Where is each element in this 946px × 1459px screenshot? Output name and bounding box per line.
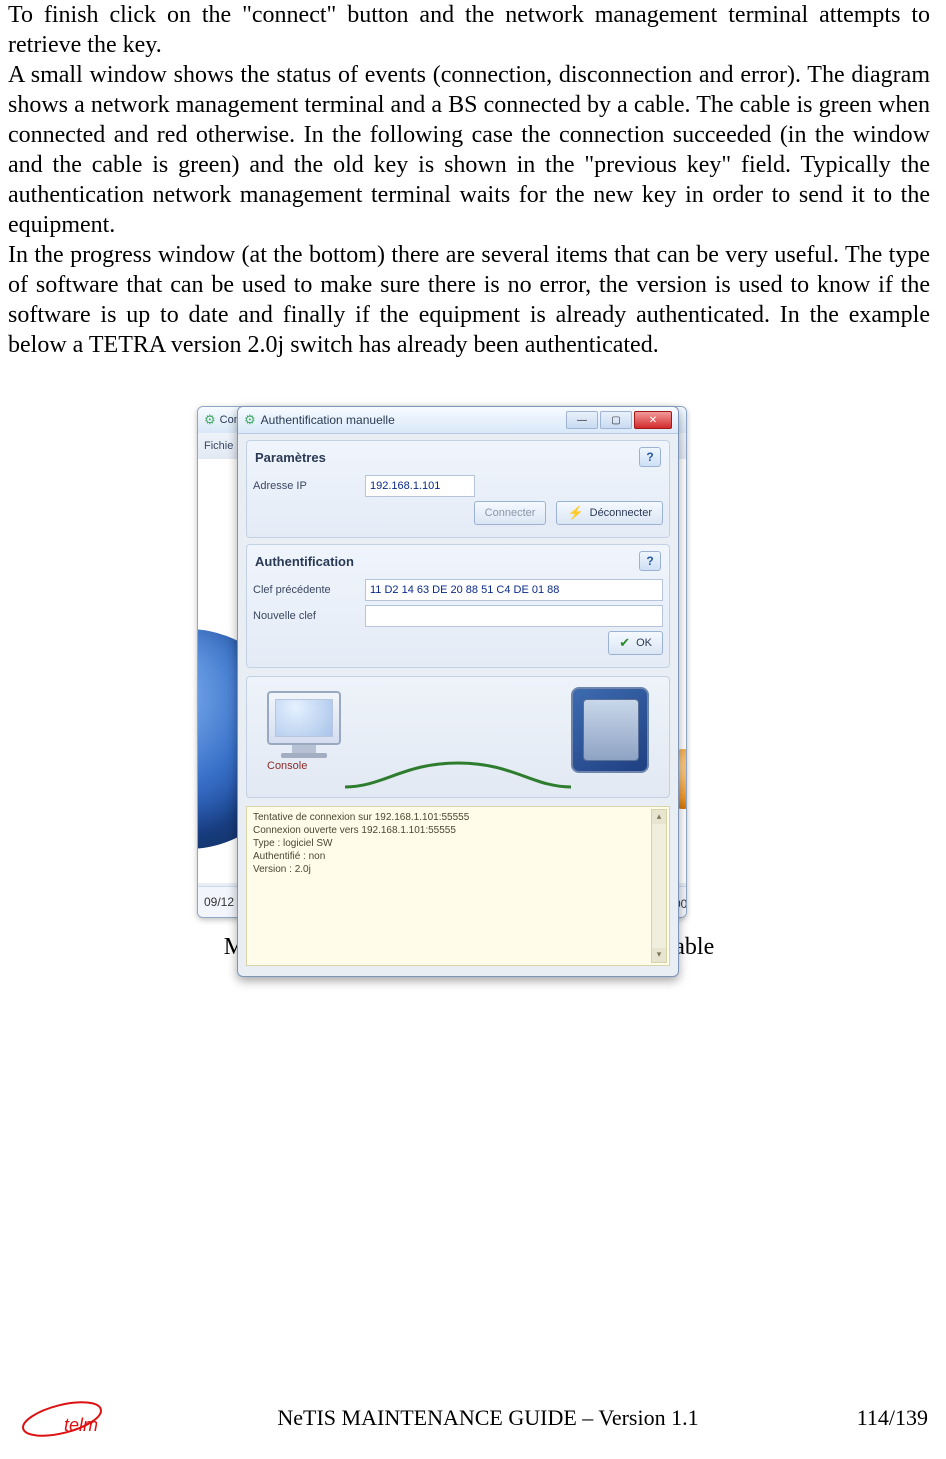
new-key-input[interactable] <box>365 605 663 627</box>
scroll-up-icon[interactable]: ▴ <box>652 810 666 824</box>
check-icon: ✔ <box>619 635 630 651</box>
parameters-header: Paramètres <box>255 450 326 465</box>
previous-key-input[interactable]: 11 D2 14 63 DE 20 88 51 C4 DE 01 88 <box>365 579 663 601</box>
progress-log-text: Tentative de connexion sur 192.168.1.101… <box>253 812 469 875</box>
footer-doc-title: NeTIS MAINTENANCE GUIDE – Version 1.1 <box>168 1405 808 1431</box>
authentication-dialog: ⚙ Authentification manuelle — ▢ ✕ Paramè… <box>237 406 679 977</box>
close-button[interactable]: ✕ <box>634 411 672 429</box>
cable-icon <box>343 757 573 793</box>
ip-input[interactable]: 192.168.1.101 <box>365 475 475 497</box>
maximize-button[interactable]: ▢ <box>600 411 632 429</box>
dialog-title: Authentification manuelle <box>261 413 395 427</box>
connect-button-label: Connecter <box>485 507 536 519</box>
background-window-menu: Fichie <box>204 440 233 452</box>
disconnect-button-label: Déconnecter <box>590 507 652 519</box>
paragraph-3: In the progress window (at the bottom) t… <box>8 240 930 360</box>
help-icon[interactable]: ? <box>639 551 661 571</box>
scroll-down-icon[interactable]: ▾ <box>652 948 666 962</box>
progress-log: Tentative de connexion sur 192.168.1.101… <box>246 806 670 966</box>
gear-icon: ⚙ <box>204 412 216 428</box>
gear-icon: ⚙ <box>244 412 256 428</box>
etelm-logo: telm <box>18 1395 138 1441</box>
help-icon[interactable]: ? <box>639 447 661 467</box>
paragraph-2: A small window shows the status of event… <box>8 60 930 240</box>
base-station-icon <box>571 687 649 773</box>
disconnect-button[interactable]: ⚡ Déconnecter <box>556 501 663 525</box>
scrollbar[interactable]: ▴▾ <box>651 809 667 963</box>
authentication-group: Authentification ? Clef précédente 11 D2… <box>246 544 670 668</box>
page-footer: telm NeTIS MAINTENANCE GUIDE – Version 1… <box>0 1395 946 1441</box>
minimize-button[interactable]: — <box>566 411 598 429</box>
new-key-label: Nouvelle clef <box>253 610 365 622</box>
connect-button[interactable]: Connecter <box>474 501 547 525</box>
previous-key-label: Clef précédente <box>253 584 365 596</box>
footer-page-number: 114/139 <box>808 1405 928 1431</box>
ip-label: Adresse IP <box>253 480 365 492</box>
svg-text:telm: telm <box>64 1415 98 1435</box>
background-status-left: 09/12 <box>204 895 234 909</box>
console-terminal-icon: Console <box>267 691 341 772</box>
ok-button-label: OK <box>636 637 652 649</box>
connection-diagram: Console <box>246 676 670 798</box>
authentication-header: Authentification <box>255 554 354 569</box>
parameters-group: Paramètres ? Adresse IP 192.168.1.101 Co… <box>246 440 670 538</box>
plug-icon: ⚡ <box>567 505 583 521</box>
console-label: Console <box>267 760 341 772</box>
ok-button[interactable]: ✔ OK <box>608 631 663 655</box>
paragraph-1: To finish click on the "connect" button … <box>8 0 930 60</box>
embedded-screenshot: ⚙ Con Fichie 09/12 2.00a ⚙ <box>225 406 713 926</box>
